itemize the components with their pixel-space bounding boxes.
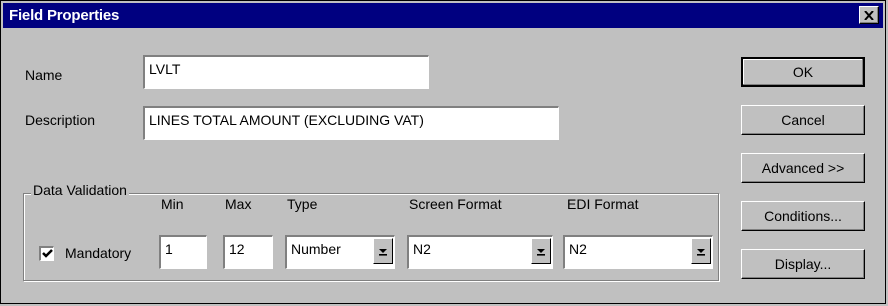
dropdown-arrow-icon [379, 249, 387, 256]
screen-format-label: Screen Format [409, 196, 502, 212]
field-properties-dialog: Field Properties Name LVLT Description L… [0, 0, 886, 304]
window-title: Field Properties [9, 7, 120, 24]
name-field[interactable]: LVLT [143, 55, 429, 89]
conditions-button[interactable]: Conditions... [741, 201, 865, 231]
description-value: LINES TOTAL AMOUNT (EXCLUDING VAT) [149, 112, 424, 128]
name-value: LVLT [149, 61, 181, 77]
close-icon [864, 10, 874, 20]
edi-format-label: EDI Format [567, 196, 639, 212]
ok-button[interactable]: OK [741, 57, 865, 87]
max-field[interactable]: 12 [223, 235, 273, 269]
name-label: Name [25, 67, 63, 83]
min-value: 1 [165, 241, 173, 257]
display-button[interactable]: Display... [741, 249, 865, 279]
cancel-button[interactable]: Cancel [741, 105, 865, 135]
edi-format-dropdown-button[interactable] [691, 238, 711, 264]
advanced-button[interactable]: Advanced >> [741, 153, 865, 183]
screen-format-dropdown[interactable]: N2 [407, 235, 553, 269]
description-label: Description [25, 112, 96, 128]
checkmark-icon [41, 249, 53, 258]
title-bar[interactable]: Field Properties [3, 3, 883, 28]
max-label: Max [225, 196, 252, 212]
edi-format-value: N2 [569, 241, 587, 257]
mandatory-checkbox[interactable] [39, 246, 54, 261]
type-dropdown-button[interactable] [373, 238, 393, 264]
dropdown-arrow-icon [537, 249, 545, 256]
type-dropdown[interactable]: Number [285, 235, 395, 269]
close-button[interactable] [859, 6, 879, 24]
description-field[interactable]: LINES TOTAL AMOUNT (EXCLUDING VAT) [143, 106, 559, 140]
screen-format-dropdown-button[interactable] [531, 238, 551, 264]
dropdown-arrow-icon [697, 249, 705, 256]
data-validation-title: Data Validation [31, 182, 129, 198]
mandatory-label: Mandatory [65, 245, 132, 261]
max-value: 12 [229, 241, 245, 257]
type-value: Number [291, 241, 341, 257]
edi-format-dropdown[interactable]: N2 [563, 235, 713, 269]
min-label: Min [161, 196, 184, 212]
min-field[interactable]: 1 [159, 235, 207, 269]
screen-format-value: N2 [413, 241, 431, 257]
type-label: Type [287, 196, 318, 212]
